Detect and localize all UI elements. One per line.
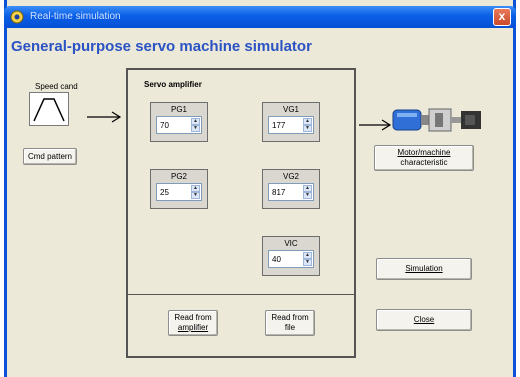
client-area: General-purpose servo machine simulator …: [7, 28, 513, 377]
motor-machine-characteristic-button[interactable]: Motor/machine characteristic: [374, 145, 474, 171]
param-label-vg2: VG2: [282, 172, 299, 181]
speed-command-label: Speed cand: [35, 82, 78, 91]
vic-value: 40: [272, 255, 281, 264]
read-file-label-1: Read from: [271, 313, 309, 322]
page-title: General-purpose servo machine simulator: [11, 38, 312, 55]
param-group-vic: VIC 40 ▲ ▼: [262, 236, 320, 276]
vg2-spinbox[interactable]: 817 ▲ ▼: [268, 183, 314, 201]
arrow-right-icon: [87, 111, 122, 123]
param-label-pg2: PG2: [170, 172, 187, 181]
param-label-vic: VIC: [284, 239, 298, 248]
speed-pattern-display: [29, 92, 69, 126]
pg2-spinbox[interactable]: 25 ▲ ▼: [156, 183, 202, 201]
vic-spinbox[interactable]: 40 ▲ ▼: [268, 250, 314, 268]
spin-down-icon[interactable]: ▼: [303, 125, 312, 132]
pg2-value: 25: [160, 188, 169, 197]
pg1-value: 70: [160, 121, 169, 130]
vg2-value: 817: [272, 188, 286, 197]
spin-down-icon[interactable]: ▼: [303, 192, 312, 199]
simulator-window: Real-time simulation x General-purpose s…: [4, 0, 516, 377]
param-group-vg1: VG1 177 ▲ ▼: [262, 102, 320, 142]
spin-up-icon[interactable]: ▲: [303, 252, 312, 259]
arrow-right-icon: [359, 119, 392, 131]
read-file-label-2: file: [284, 323, 296, 332]
servo-motor-icon: [392, 108, 481, 132]
param-label-vg1: VG1: [282, 105, 299, 114]
simulation-label: Simulation: [405, 264, 443, 273]
command-pattern-button[interactable]: Cmd pattern: [23, 148, 77, 165]
read-from-amplifier-button[interactable]: Read from amplifier: [168, 310, 218, 336]
close-icon: x: [498, 9, 506, 23]
vg1-value: 177: [272, 121, 286, 130]
param-group-pg1: PG1 70 ▲ ▼: [150, 102, 208, 142]
simulation-button[interactable]: Simulation: [376, 258, 472, 280]
param-group-pg2: PG2 25 ▲ ▼: [150, 169, 208, 209]
param-group-vg2: VG2 817 ▲ ▼: [262, 169, 320, 209]
window-title: Real-time simulation: [30, 11, 121, 22]
trapezoid-speed-icon: [33, 98, 65, 122]
pg1-spinbox[interactable]: 70 ▲ ▼: [156, 116, 202, 134]
param-label-pg1: PG1: [170, 105, 187, 114]
spin-up-icon[interactable]: ▲: [303, 185, 312, 192]
servo-amplifier-panel: Servo amplifier PG1 70 ▲ ▼ VG1 177 ▲ ▼ P…: [126, 68, 356, 358]
read-amp-label-2: amplifier: [177, 323, 209, 332]
close-button[interactable]: Close: [376, 309, 472, 331]
motor-label-1: Motor/machine: [397, 148, 451, 157]
title-bar[interactable]: Real-time simulation x: [4, 6, 516, 28]
spin-down-icon[interactable]: ▼: [303, 259, 312, 266]
spin-down-icon[interactable]: ▼: [191, 192, 200, 199]
spin-down-icon[interactable]: ▼: [191, 125, 200, 132]
spin-up-icon[interactable]: ▲: [303, 118, 312, 125]
amplifier-divider: [128, 294, 354, 295]
close-window-button[interactable]: x: [493, 8, 511, 26]
spin-up-icon[interactable]: ▲: [191, 185, 200, 192]
spin-up-icon[interactable]: ▲: [191, 118, 200, 125]
app-icon: [10, 10, 24, 24]
vg1-spinbox[interactable]: 177 ▲ ▼: [268, 116, 314, 134]
servo-amplifier-title: Servo amplifier: [144, 80, 202, 89]
command-pattern-label: Cmd pattern: [27, 151, 73, 161]
motor-label-2: characteristic: [400, 158, 448, 167]
close-label: Close: [413, 315, 435, 324]
read-amp-label-1: Read from: [174, 313, 212, 322]
read-from-file-button[interactable]: Read from file: [265, 310, 315, 336]
